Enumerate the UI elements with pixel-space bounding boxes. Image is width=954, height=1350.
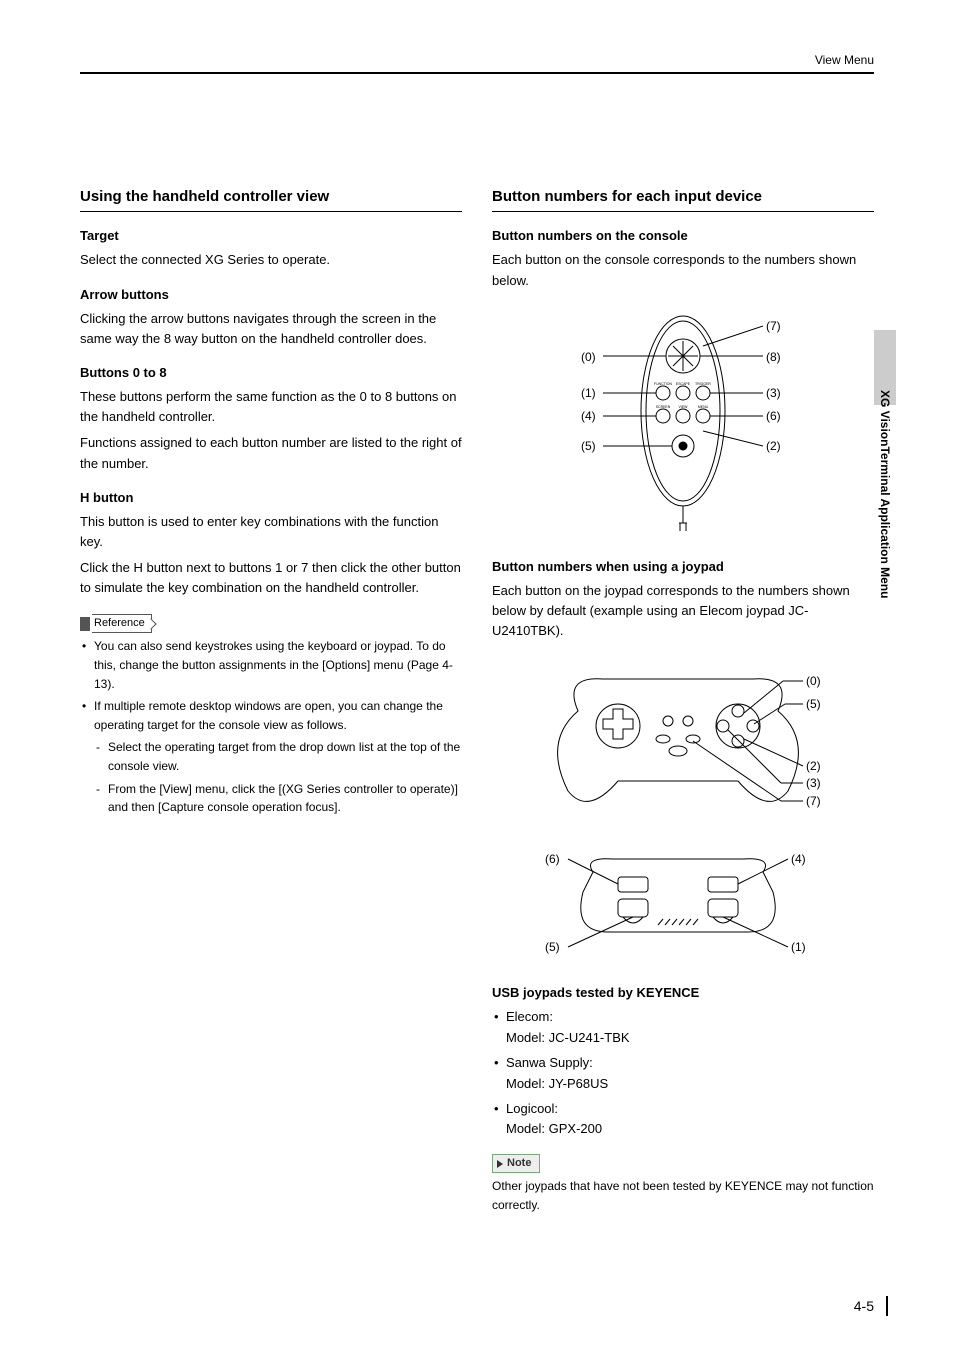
joypad-side-label-5: (5)	[545, 940, 560, 954]
usb-brand: Logicool:	[506, 1101, 558, 1116]
target-text: Select the connected XG Series to operat…	[80, 250, 462, 270]
buttons08-heading: Buttons 0 to 8	[80, 363, 462, 383]
note-text: Other joypads that have not been tested …	[492, 1177, 874, 1214]
joypad-top-label-0: (0)	[806, 674, 821, 688]
console-label-5: (5)	[581, 439, 596, 453]
page-number-bar	[886, 1296, 888, 1316]
reference-list: You can also send keystrokes using the k…	[80, 637, 462, 816]
console-btn-menu: MENU	[698, 405, 709, 409]
hbutton-text2: Click the H button next to buttons 1 or …	[80, 558, 462, 598]
note-badge: Note	[492, 1154, 540, 1173]
console-label-8: (8)	[766, 350, 781, 364]
console-btn-trigger: TRIGGER	[695, 382, 711, 386]
reference-subitem: From the [View] menu, click the [(XG Ser…	[94, 780, 462, 817]
joypad-top-label-2: (2)	[806, 759, 821, 773]
joypad-text: Each button on the joypad corresponds to…	[492, 581, 874, 641]
left-column: Using the handheld controller view Targe…	[80, 185, 462, 1220]
right-column: Button numbers for each input device But…	[492, 185, 874, 1220]
arrow-text: Clicking the arrow buttons navigates thr…	[80, 309, 462, 349]
joypad-top-label-5: (5)	[806, 697, 821, 711]
console-btn-view: VIEW	[679, 405, 689, 409]
reference-item-text: If multiple remote desktop windows are o…	[94, 699, 443, 732]
console-diagram: (0) (1) (4) (5) (7) (8) (3) (6) (2) FUNC…	[533, 301, 833, 541]
console-label-4: (4)	[581, 409, 596, 423]
header-label: View Menu	[815, 53, 874, 67]
usb-item: Elecom: Model: JC-U241-TBK	[492, 1007, 874, 1049]
header-rule	[80, 72, 874, 74]
usb-heading: USB joypads tested by KEYENCE	[492, 983, 874, 1003]
usb-model: Model: JC-U241-TBK	[506, 1030, 630, 1045]
target-heading: Target	[80, 226, 462, 246]
buttons08-text2: Functions assigned to each button number…	[80, 433, 462, 473]
joypad-side-label-6: (6)	[545, 852, 560, 866]
joypad-side-diagram: (6) (4) (5) (1)	[523, 837, 843, 967]
page-number: 4-5	[854, 1298, 874, 1314]
console-label-6: (6)	[766, 409, 781, 423]
joypad-top-diagram: (0) (5) (2) (3) (7)	[523, 651, 843, 821]
side-tab: XG VisionTerminal Application Menu	[874, 330, 896, 630]
usb-model: Model: GPX-200	[506, 1121, 602, 1136]
joypad-heading: Button numbers when using a joypad	[492, 557, 874, 577]
console-label-1: (1)	[581, 386, 596, 400]
reference-item: If multiple remote desktop windows are o…	[80, 697, 462, 817]
console-btn-screen: SCREEN	[656, 405, 671, 409]
console-heading: Button numbers on the console	[492, 226, 874, 246]
usb-list: Elecom: Model: JC-U241-TBK Sanwa Supply:…	[492, 1007, 874, 1140]
arrow-heading: Arrow buttons	[80, 285, 462, 305]
usb-brand: Elecom:	[506, 1009, 553, 1024]
note-triangle-icon	[497, 1160, 503, 1168]
hbutton-text1: This button is used to enter key combina…	[80, 512, 462, 552]
reference-badge: Reference	[80, 614, 152, 633]
reference-subitem: Select the operating target from the dro…	[94, 738, 462, 775]
reference-item: You can also send keystrokes using the k…	[80, 637, 462, 693]
joypad-side-label-4: (4)	[791, 852, 806, 866]
note-label: Note	[507, 1155, 531, 1172]
right-heading: Button numbers for each input device	[492, 185, 874, 212]
usb-model: Model: JY-P68US	[506, 1076, 608, 1091]
joypad-side-label-1: (1)	[791, 940, 806, 954]
buttons08-text1: These buttons perform the same function …	[80, 387, 462, 427]
joypad-top-label-7: (7)	[806, 794, 821, 808]
usb-brand: Sanwa Supply:	[506, 1055, 593, 1070]
reference-label: Reference	[92, 614, 152, 633]
console-label-3: (3)	[766, 386, 781, 400]
left-heading: Using the handheld controller view	[80, 185, 462, 212]
console-btn-escape: ESCAPE	[676, 382, 691, 386]
console-label-2: (2)	[766, 439, 781, 453]
console-text: Each button on the console corresponds t…	[492, 250, 874, 290]
console-btn-function: FUNCTION	[654, 382, 673, 386]
usb-item: Sanwa Supply: Model: JY-P68US	[492, 1053, 874, 1095]
console-label-0: (0)	[581, 350, 596, 364]
usb-item: Logicool: Model: GPX-200	[492, 1099, 874, 1141]
hbutton-heading: H button	[80, 488, 462, 508]
console-label-7: (7)	[766, 319, 781, 333]
joypad-top-label-3: (3)	[806, 776, 821, 790]
